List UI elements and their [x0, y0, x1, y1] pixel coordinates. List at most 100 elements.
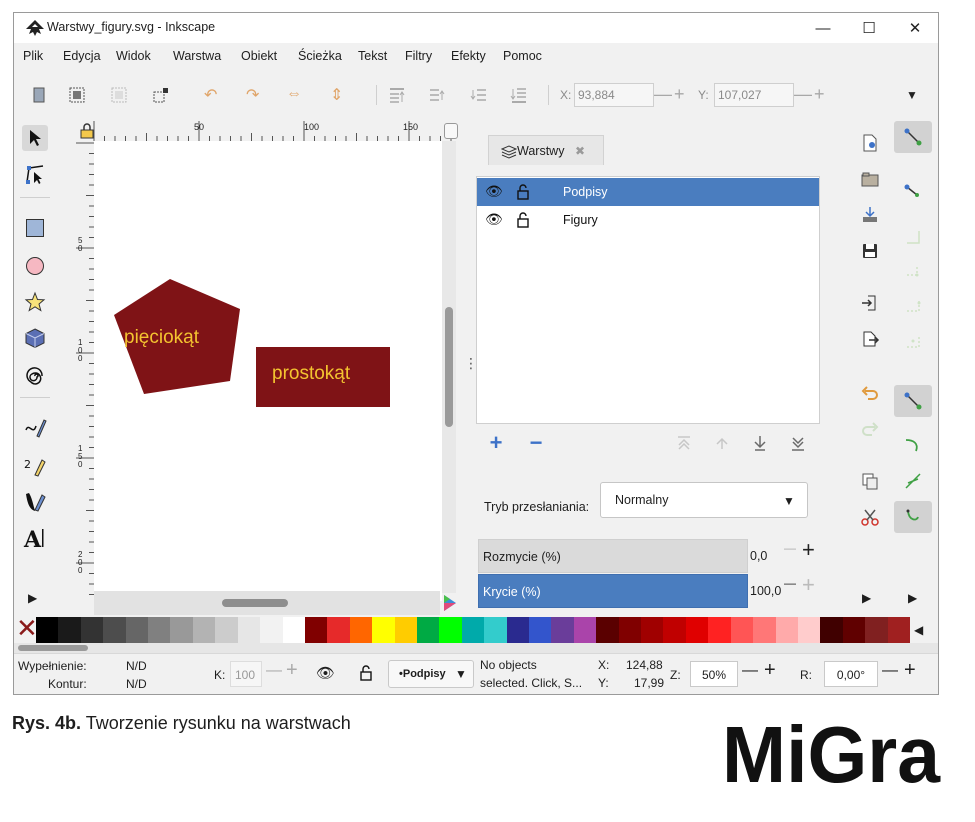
color-swatch[interactable] — [641, 617, 664, 643]
save-download-icon[interactable] — [860, 205, 880, 225]
blur-slider[interactable]: Rozmycie (%) — [478, 539, 748, 573]
blend-mode-select[interactable]: Normalny ▼ — [600, 482, 808, 518]
move-layer-top-icon[interactable] — [674, 433, 694, 453]
zoom-in-button[interactable]: + — [764, 659, 776, 682]
lock-guides-icon[interactable] — [80, 123, 94, 139]
snap-bbox-corner-button[interactable] — [894, 255, 932, 287]
rotate-ccw-button[interactable]: — — [882, 662, 898, 680]
color-swatch[interactable] — [282, 617, 306, 643]
color-swatch[interactable] — [349, 617, 373, 643]
color-swatch[interactable] — [842, 617, 866, 643]
color-swatch[interactable] — [103, 617, 127, 643]
color-swatch[interactable] — [551, 617, 575, 643]
commands-more-icon[interactable]: ▶ — [862, 591, 871, 605]
raise-icon[interactable] — [428, 86, 446, 104]
color-swatch[interactable] — [775, 617, 799, 643]
color-swatch[interactable] — [663, 617, 687, 643]
y-decrement-button[interactable]: — — [794, 83, 812, 107]
minimize-button[interactable]: — — [800, 13, 846, 43]
y-coord-input[interactable]: 107,027 — [714, 83, 794, 107]
color-swatch[interactable] — [327, 617, 351, 643]
x-increment-button[interactable]: + — [674, 83, 685, 107]
color-swatch[interactable] — [80, 617, 104, 643]
move-layer-bottom-icon[interactable] — [788, 433, 808, 453]
color-swatch[interactable] — [797, 617, 821, 643]
pentagon-label[interactable]: pięciokąt — [124, 327, 199, 349]
move-layer-down-icon[interactable] — [750, 433, 770, 453]
palette-scroll-thumb[interactable] — [18, 645, 88, 651]
opacity-increment-button[interactable]: + — [802, 572, 815, 598]
lower-to-bottom-icon[interactable] — [510, 86, 528, 104]
color-swatch[interactable] — [820, 617, 844, 643]
menu-warstwa[interactable]: Warstwa — [173, 49, 221, 63]
lower-icon[interactable] — [470, 86, 488, 104]
color-swatch[interactable] — [148, 617, 171, 643]
color-swatch[interactable] — [394, 617, 418, 643]
layer-row-podpisy[interactable]: 👁 Podpisy — [477, 178, 819, 206]
export-icon[interactable] — [860, 329, 880, 349]
copy-icon[interactable] — [860, 471, 880, 491]
horizontal-scroll-thumb[interactable] — [222, 599, 288, 607]
snap-bbox-edge-button[interactable] — [894, 221, 932, 253]
layers-tab[interactable]: Warstwy ✖ — [488, 135, 604, 165]
horizontal-scrollbar[interactable] — [94, 591, 440, 615]
color-swatch[interactable] — [708, 617, 732, 643]
color-swatch[interactable] — [215, 617, 239, 643]
menu-widok[interactable]: Widok — [116, 49, 151, 63]
selector-tool[interactable] — [22, 125, 48, 151]
color-swatch[interactable] — [192, 617, 216, 643]
touch-select-icon[interactable] — [152, 86, 170, 104]
eye-icon[interactable]: 👁 — [316, 664, 335, 682]
drawing-canvas[interactable]: pięciokąt prostokąt — [94, 141, 442, 601]
layer-name[interactable]: Podpisy — [563, 185, 607, 199]
color-swatch[interactable] — [618, 617, 642, 643]
unlock-icon[interactable] — [360, 665, 372, 681]
redo-icon[interactable] — [860, 419, 880, 439]
raise-to-top-icon[interactable] — [388, 86, 406, 104]
color-swatch[interactable] — [58, 617, 82, 643]
color-swatch[interactable] — [372, 617, 396, 643]
blur-value[interactable]: 0,0 — [750, 549, 767, 563]
opacity-decrement-button[interactable]: — — [784, 576, 796, 590]
print-icon[interactable] — [860, 241, 880, 261]
calligraphy-pen-tool[interactable]: 2 — [22, 453, 48, 479]
snap-nodes-button[interactable] — [894, 385, 932, 417]
unlock-icon[interactable] — [517, 212, 529, 228]
stroke-value[interactable]: N/D — [126, 677, 147, 691]
snap-bbox-button[interactable] — [894, 175, 932, 207]
color-swatch[interactable] — [125, 617, 149, 643]
deselect-icon[interactable] — [110, 86, 128, 104]
color-swatch[interactable] — [237, 617, 261, 643]
color-swatch[interactable] — [865, 617, 889, 643]
x-decrement-button[interactable]: — — [654, 83, 672, 107]
3d-box-tool[interactable] — [22, 325, 48, 351]
import-icon[interactable] — [860, 293, 880, 313]
x-coord-input[interactable]: 93,884 — [574, 83, 654, 107]
rotate-ccw-icon[interactable]: ↶ — [204, 85, 222, 104]
snap-paths-button[interactable] — [894, 429, 932, 461]
color-swatch[interactable] — [461, 617, 485, 643]
select-all-layers-icon[interactable] — [68, 86, 86, 104]
color-swatch[interactable] — [685, 617, 709, 643]
close-tab-icon[interactable]: ✖ — [575, 144, 585, 158]
remove-layer-button[interactable]: − — [526, 430, 546, 455]
menu-obiekt[interactable]: Obiekt — [241, 49, 277, 63]
menu-plik[interactable]: Plik — [23, 49, 43, 63]
k-decrement-button[interactable]: — — [266, 662, 282, 680]
text-tool[interactable]: A — [22, 525, 48, 551]
opacity-k-input[interactable]: 100 — [230, 661, 262, 687]
rotate-cw-icon[interactable]: ↷ — [246, 85, 264, 104]
color-manage-icon[interactable] — [442, 593, 458, 613]
menu-tekst[interactable]: Tekst — [358, 49, 387, 63]
flip-horizontal-icon[interactable]: ⇔ — [286, 85, 304, 103]
move-layer-up-icon[interactable] — [712, 433, 732, 453]
blur-decrement-button[interactable]: — — [784, 541, 796, 555]
eye-icon[interactable]: 👁 — [485, 183, 503, 200]
current-layer-dropdown[interactable]: •Podpisy ▼ — [388, 660, 474, 688]
rectangle-tool[interactable] — [22, 215, 48, 241]
menu-edycja[interactable]: Edycja — [63, 49, 101, 63]
node-tool[interactable] — [22, 161, 48, 187]
cut-scissors-icon[interactable] — [860, 507, 880, 527]
menu-pomoc[interactable]: Pomoc — [503, 49, 542, 63]
spiral-tool[interactable] — [22, 363, 48, 389]
